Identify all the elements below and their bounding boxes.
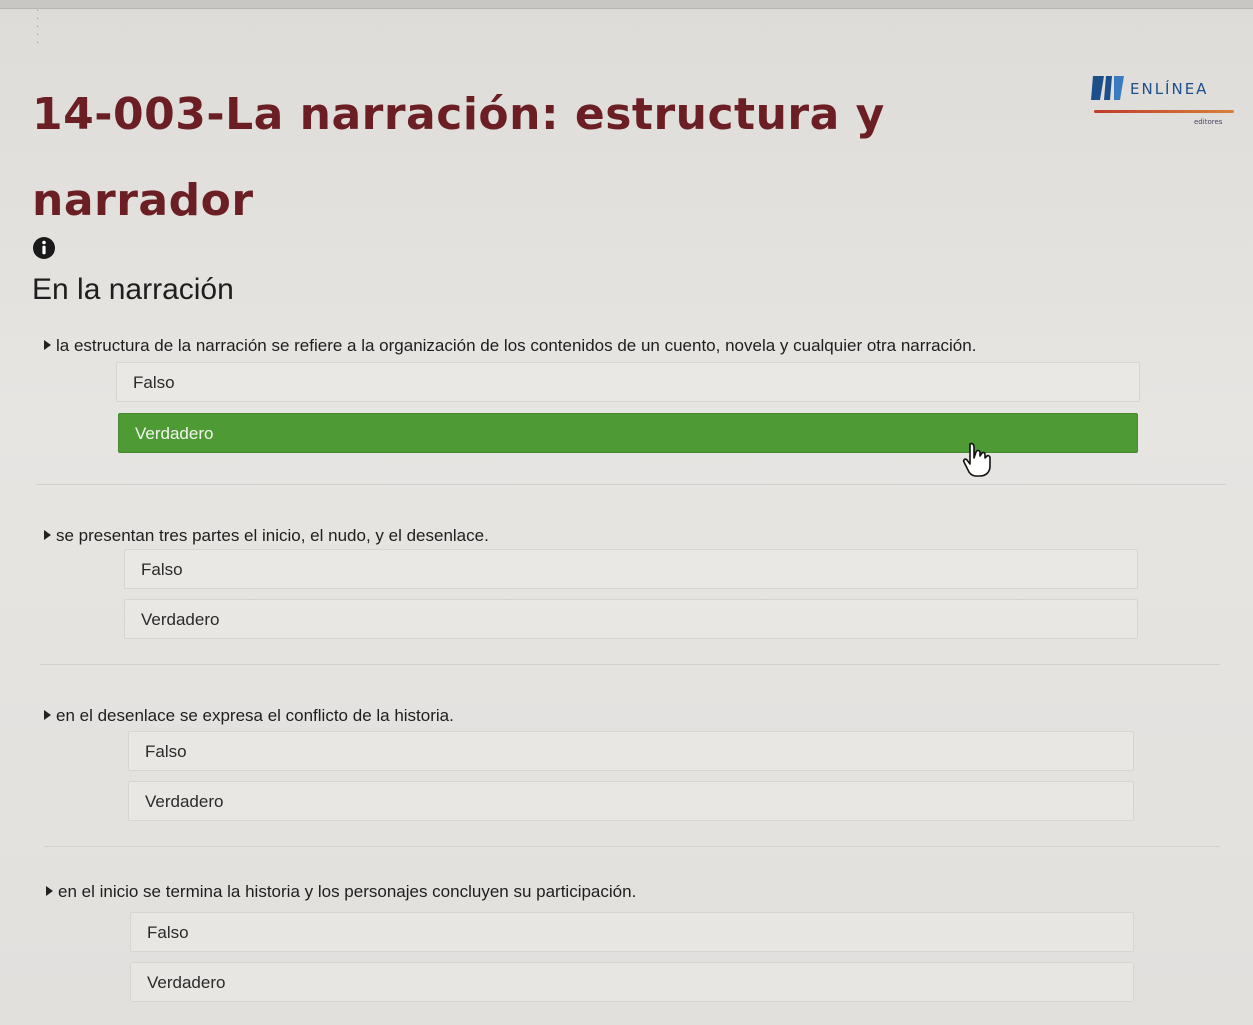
section-heading: En la narración <box>32 273 234 306</box>
option-falso[interactable]: Falso <box>130 912 1134 952</box>
question-statement: en el desenlace se expresa el conflicto … <box>44 704 454 728</box>
logo-underline <box>1094 110 1234 113</box>
publisher-logo: ENLÍNEA editores <box>1090 66 1250 138</box>
question-text: se presentan tres partes el inicio, el n… <box>56 526 489 545</box>
option-falso[interactable]: Falso <box>116 362 1140 402</box>
logo-subtitle: editores <box>1194 118 1223 126</box>
option-verdadero[interactable]: Verdadero <box>130 962 1134 1002</box>
drag-handle-icon: · · · · · <box>36 6 40 49</box>
bullet-arrow-icon <box>46 886 53 896</box>
page-title: 14-003-La narración: estructura y narrad… <box>32 89 885 226</box>
question-statement: la estructura de la narración se refiere… <box>44 334 976 358</box>
option-falso[interactable]: Falso <box>128 731 1134 771</box>
browser-top-strip <box>0 0 1253 9</box>
book-logo-icon <box>1091 76 1124 100</box>
option-verdadero[interactable]: Verdadero <box>124 599 1138 639</box>
logo-wordmark: ENLÍNEA <box>1130 80 1209 98</box>
hand-pointer-icon <box>962 442 991 477</box>
question-divider <box>44 846 1220 847</box>
option-falso[interactable]: Falso <box>124 549 1138 589</box>
question-text: la estructura de la narración se refiere… <box>56 336 977 355</box>
question-divider <box>36 484 1226 485</box>
option-verdadero[interactable]: Verdadero <box>128 781 1134 821</box>
question-statement: en el inicio se termina la historia y lo… <box>46 880 636 904</box>
question-text: en el inicio se termina la historia y lo… <box>58 882 637 901</box>
question-statement: se presentan tres partes el inicio, el n… <box>44 524 489 548</box>
info-circle-icon[interactable] <box>32 236 56 260</box>
bullet-arrow-icon <box>44 710 51 720</box>
question-divider <box>40 664 1220 665</box>
question-text: en el desenlace se expresa el conflicto … <box>56 706 454 725</box>
bullet-arrow-icon <box>44 530 51 540</box>
bullet-arrow-icon <box>44 340 51 350</box>
